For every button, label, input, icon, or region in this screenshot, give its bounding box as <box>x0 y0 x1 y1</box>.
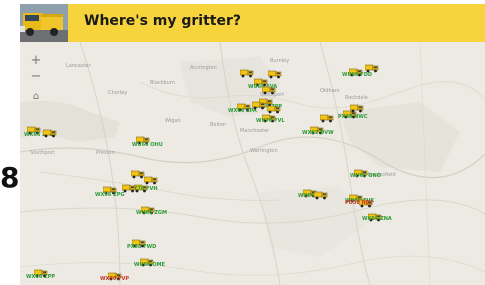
gritter-label[interactable]: PX68 FWD <box>127 244 156 250</box>
place-label: Manchester <box>240 128 270 134</box>
place-label: Preston <box>96 150 115 156</box>
gritter-truck-icon[interactable] <box>33 263 48 278</box>
gritter-truck-icon[interactable] <box>239 63 254 78</box>
gritter-truck-icon[interactable] <box>353 163 368 178</box>
gritter-truck-icon[interactable] <box>236 97 251 112</box>
gritter-logo <box>20 4 68 42</box>
place-label: Lancaster <box>66 63 91 69</box>
gritter-truck-icon[interactable] <box>349 98 364 113</box>
gritter-label[interactable]: WX70 FVP <box>100 276 129 282</box>
gritter-truck-icon[interactable] <box>102 180 117 195</box>
gritter-truck-icon[interactable] <box>261 80 276 95</box>
place-label: Warrington <box>250 148 278 154</box>
gritter-truck-icon[interactable] <box>251 95 266 110</box>
gritter-truck-icon[interactable] <box>143 170 158 185</box>
edge-glyph: 8 <box>0 161 20 194</box>
gritter-label[interactable]: WX66 ZPP <box>26 274 55 280</box>
gritter-truck-icon[interactable] <box>130 164 145 179</box>
gritter-label[interactable]: WX62 DVW <box>302 130 334 136</box>
gritter-truck-icon[interactable] <box>364 58 379 73</box>
zoom-out-button[interactable]: − <box>26 68 46 86</box>
gritter-truck-icon[interactable] <box>135 130 150 145</box>
gritter-label[interactable]: WU66 ZGM <box>136 210 167 216</box>
gritter-label[interactable]: WX70 FVL <box>256 118 285 124</box>
place-label: Blackburn <box>150 80 176 86</box>
app-frame: Where's my gritter? + − ⌂ 8 Lancaster Pre… <box>0 0 485 285</box>
page-title: Where's my gritter? <box>84 13 242 29</box>
gritter-truck-icon[interactable] <box>319 108 334 123</box>
gritter-label[interactable]: WX66 ZPG <box>95 192 124 198</box>
basemap <box>20 42 485 285</box>
gritter-truck-icon[interactable] <box>121 178 136 193</box>
place-label: Bolton <box>210 122 227 128</box>
gritter-label[interactable]: PX68 NWC <box>338 114 368 120</box>
gritter-truck-icon[interactable] <box>348 62 363 77</box>
gritter-truck-icon[interactable] <box>140 200 155 215</box>
gritter-label[interactable]: WU66 ONO <box>350 173 381 179</box>
place-label: Oldham <box>320 88 340 94</box>
place-label: Chorley <box>108 90 128 96</box>
place-label: Wigan <box>165 118 181 124</box>
gritter-truck-icon[interactable] <box>267 64 282 79</box>
home-button[interactable]: ⌂ <box>26 88 46 106</box>
gritter-label[interactable]: PO58 NLU <box>345 200 373 206</box>
place-label: Accrington <box>190 65 217 71</box>
place-label: Southport <box>30 150 55 156</box>
gritter-label[interactable]: WX66 ZNA <box>362 216 392 222</box>
gritter-label[interactable]: WU66 OME <box>134 262 165 268</box>
gritter-truck-icon[interactable] <box>139 252 154 267</box>
gritter-truck-icon[interactable] <box>131 233 146 248</box>
gritter-truck-icon[interactable] <box>107 266 122 281</box>
gritter-label[interactable]: WU66 OHU <box>132 142 163 148</box>
gritter-truck-icon[interactable] <box>42 123 57 138</box>
gritter-logo-graphic <box>20 4 68 42</box>
map-canvas[interactable] <box>20 42 485 285</box>
gritter-truck-icon[interactable] <box>266 99 281 114</box>
gritter-truck-icon[interactable] <box>313 185 328 200</box>
gritter-truck-icon[interactable] <box>26 120 41 135</box>
